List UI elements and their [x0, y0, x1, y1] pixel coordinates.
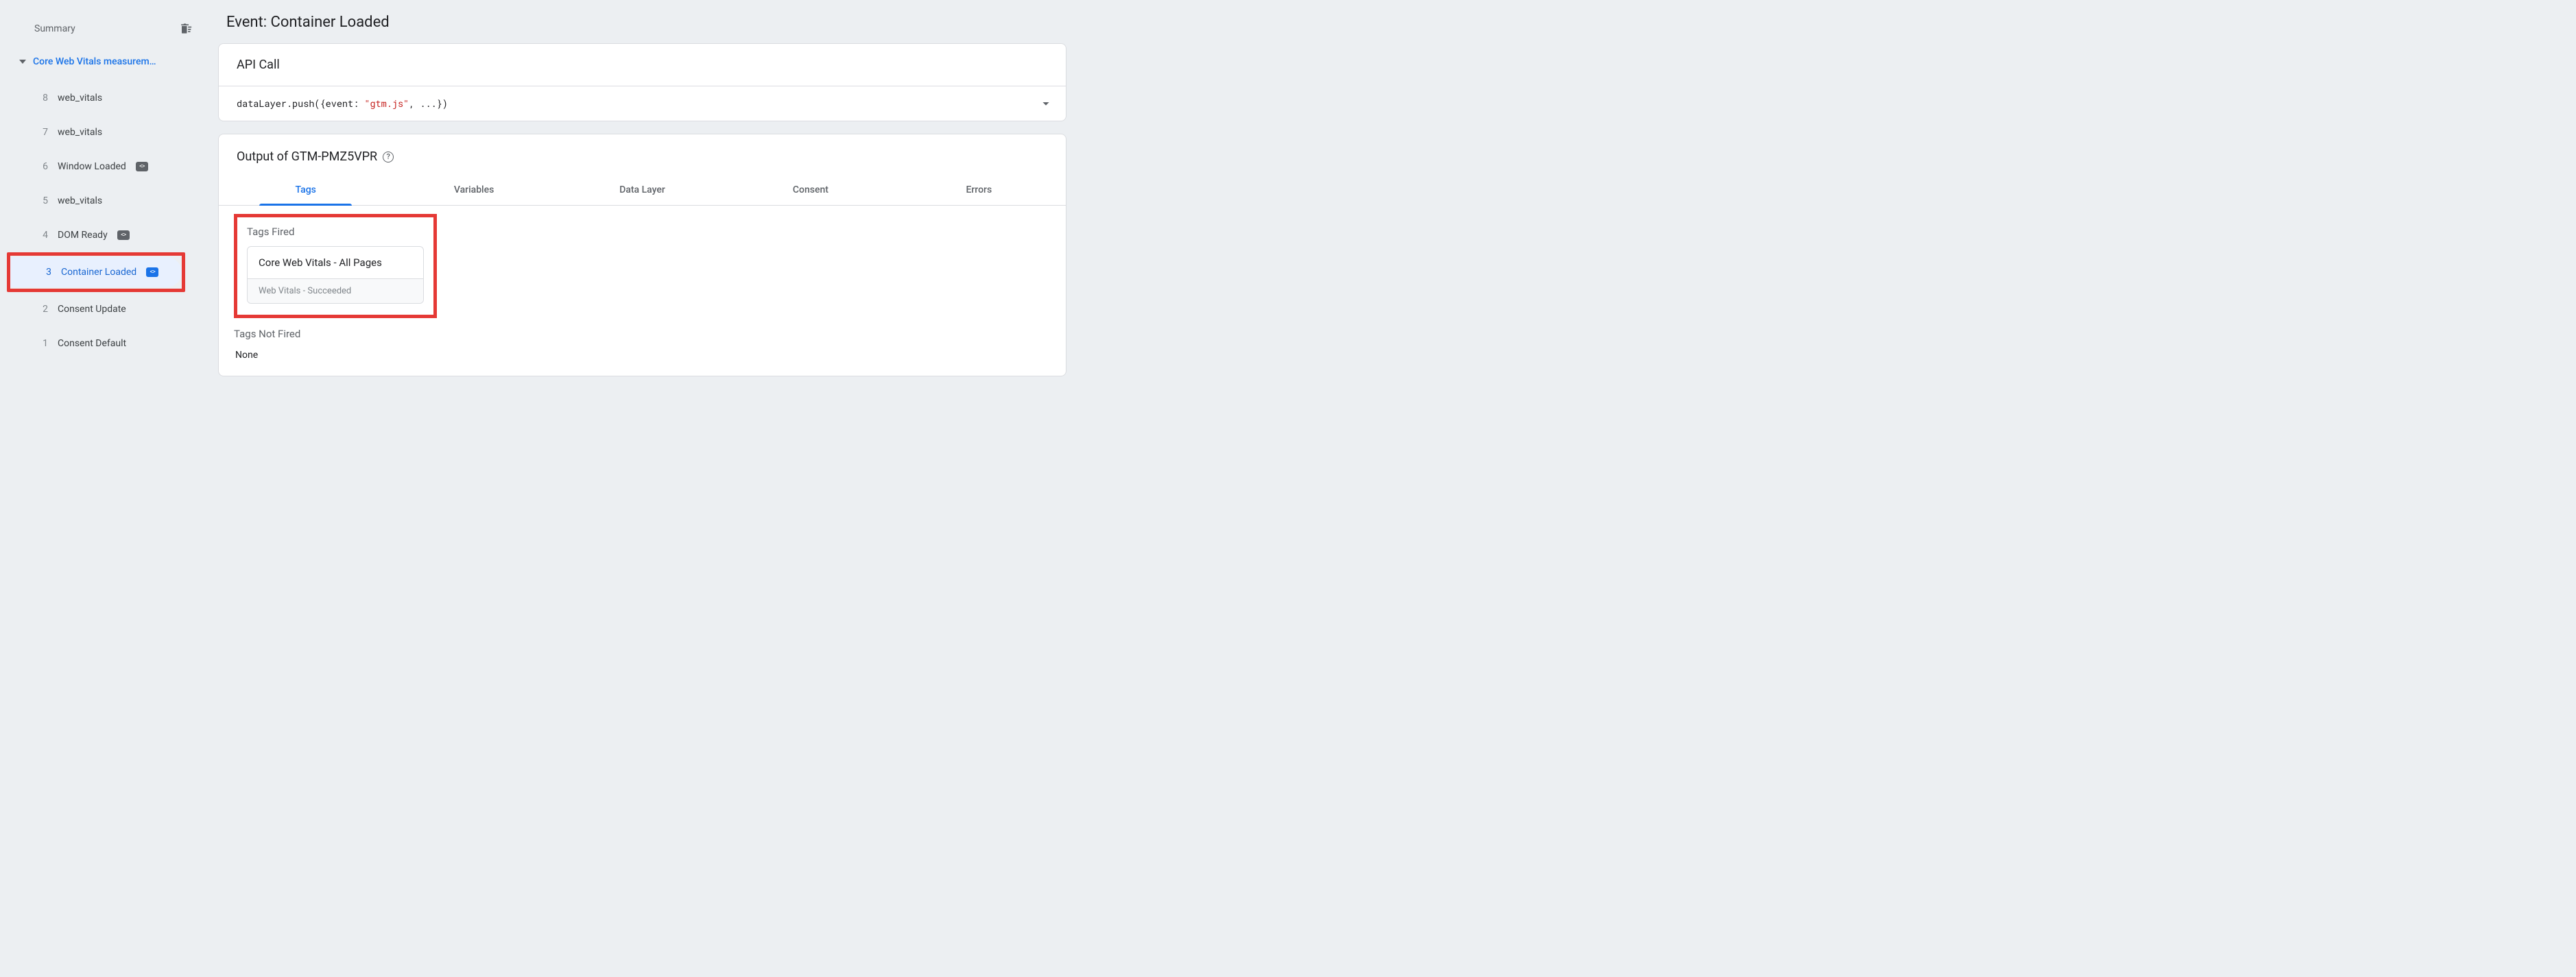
tab-label: Variables	[454, 184, 494, 195]
tags-not-fired-value: None	[234, 348, 1051, 361]
tab-label: Data Layer	[619, 184, 665, 195]
event-num: 3	[42, 267, 51, 278]
output-heading-row: Output of GTM-PMZ5VPR ?	[219, 134, 1066, 171]
tab-tags[interactable]: Tags	[222, 175, 390, 205]
event-label: Consent Update	[58, 304, 126, 315]
caret-down-icon	[19, 60, 26, 64]
tags-not-fired-label: Tags Not Fired	[234, 328, 1051, 340]
event-row-4[interactable]: 4 DOM Ready <>	[7, 218, 206, 252]
tab-label: Consent	[793, 184, 828, 195]
tab-label: Errors	[966, 184, 992, 195]
event-row-2[interactable]: 2 Consent Update	[7, 292, 206, 326]
event-label: web_vitals	[58, 195, 102, 206]
fired-tag-card[interactable]: Core Web Vitals - All Pages Web Vitals -…	[247, 246, 424, 304]
event-row-1[interactable]: 1 Consent Default	[7, 326, 206, 361]
event-num: 5	[38, 195, 48, 206]
event-row-7[interactable]: 7 web_vitals	[7, 115, 206, 149]
main-panel: Event: Container Loaded API Call dataLay…	[213, 0, 1073, 411]
event-label: DOM Ready	[58, 230, 108, 241]
code-chip-icon: <>	[146, 267, 158, 277]
fired-tag-title: Core Web Vitals - All Pages	[248, 247, 423, 278]
trash-icon	[178, 22, 192, 36]
event-num: 4	[38, 230, 48, 241]
code-chip-icon: <>	[136, 162, 148, 171]
event-num: 2	[38, 304, 48, 315]
code-suffix: , ...})	[409, 97, 448, 110]
event-label: Consent Default	[58, 338, 126, 349]
event-row-8[interactable]: 8 web_vitals	[7, 81, 206, 115]
api-call-heading: API Call	[219, 44, 1066, 86]
event-list: 8 web_vitals 7 web_vitals 6 Window Loade…	[7, 81, 206, 361]
code-string: "gtm.js"	[364, 97, 409, 110]
help-icon[interactable]: ?	[383, 152, 394, 162]
output-tabs: Tags Variables Data Layer Consent Errors	[219, 175, 1066, 206]
summary-label: Summary	[34, 23, 75, 34]
tab-label: Tags	[296, 184, 316, 195]
api-call-card: API Call dataLayer.push({event: "gtm.js"…	[218, 43, 1066, 121]
event-num: 1	[38, 338, 48, 349]
event-row-3[interactable]: 3 Container Loaded <>	[10, 257, 182, 287]
chevron-down-icon	[1038, 96, 1053, 111]
output-heading: Output of GTM-PMZ5VPR	[237, 149, 377, 164]
output-card: Output of GTM-PMZ5VPR ? Tags Variables D…	[218, 134, 1066, 376]
event-num: 8	[38, 93, 48, 104]
event-num: 7	[38, 127, 48, 138]
sidebar-group-core-web-vitals[interactable]: Core Web Vitals measurem…	[7, 48, 206, 81]
summary-row[interactable]: Summary	[7, 14, 206, 48]
group-label: Core Web Vitals measurem…	[33, 56, 156, 67]
event-label: Window Loaded	[58, 161, 126, 172]
event-row-5[interactable]: 5 web_vitals	[7, 184, 206, 218]
code-chip-icon: <>	[117, 230, 130, 240]
highlight-annotation-tags-fired: Tags Fired Core Web Vitals - All Pages W…	[234, 214, 437, 318]
event-row-6[interactable]: 6 Window Loaded <>	[7, 149, 206, 184]
fired-tag-subtitle: Web Vitals - Succeeded	[248, 278, 423, 303]
tab-panel-tags: Tags Fired Core Web Vitals - All Pages W…	[219, 206, 1066, 376]
event-label: Container Loaded	[61, 267, 136, 278]
tags-fired-label: Tags Fired	[247, 226, 424, 238]
tab-data-layer[interactable]: Data Layer	[558, 175, 726, 205]
tab-errors[interactable]: Errors	[895, 175, 1063, 205]
code-prefix: dataLayer.push({event:	[237, 97, 364, 110]
event-num: 6	[38, 161, 48, 172]
event-label: web_vitals	[58, 93, 102, 104]
page-title: Event: Container Loaded	[218, 5, 1066, 43]
highlight-annotation-sidebar: 3 Container Loaded <>	[7, 252, 185, 292]
clear-icon-button[interactable]	[177, 21, 193, 37]
tab-variables[interactable]: Variables	[390, 175, 558, 205]
api-call-expand-row[interactable]: dataLayer.push({event: "gtm.js", ...})	[219, 86, 1066, 121]
sidebar: Summary Core Web Vitals measurem… 8 web_…	[0, 0, 213, 411]
event-label: web_vitals	[58, 127, 102, 138]
tab-consent[interactable]: Consent	[726, 175, 894, 205]
api-call-code: dataLayer.push({event: "gtm.js", ...})	[237, 97, 448, 110]
